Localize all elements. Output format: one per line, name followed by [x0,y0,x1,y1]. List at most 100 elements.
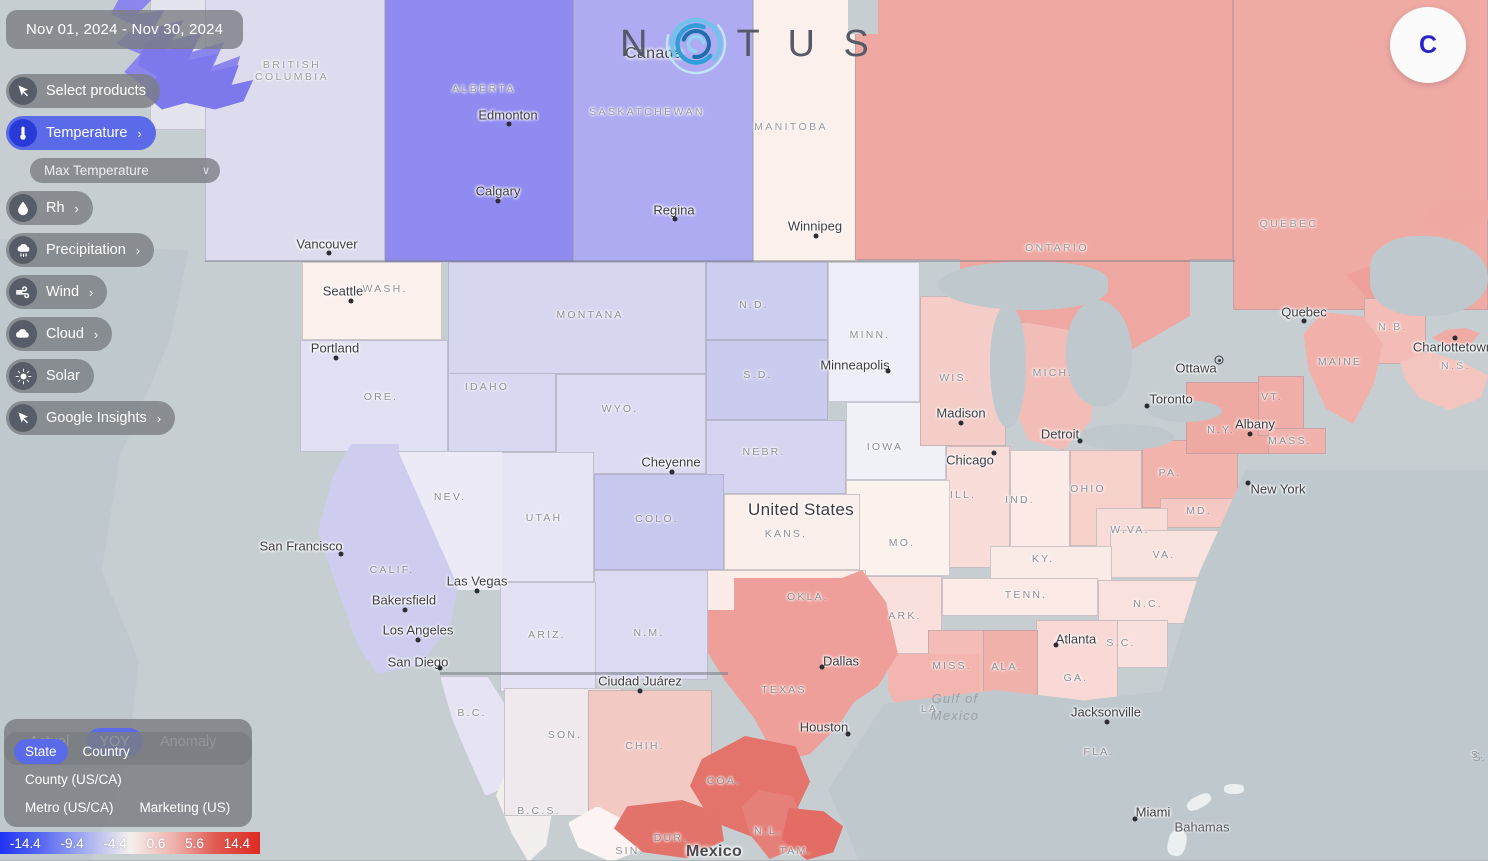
map-region-new-mexico[interactable] [594,570,708,680]
map-region-colorado[interactable] [594,474,724,570]
map-region-washington[interactable] [302,262,442,340]
map-city-marker-quebec[interactable] [1301,318,1307,324]
map-city-marker-miami[interactable] [1132,816,1138,822]
map-city-marker-san-francisco[interactable] [338,551,344,557]
map-edge-label: S. [1472,750,1486,764]
map-city-marker-jacksonville[interactable] [1104,719,1110,725]
map-region-south-dakota[interactable] [706,340,828,420]
temperature-metric-value: Max Temperature [44,163,149,178]
map-city-marker-toronto[interactable] [1144,403,1150,409]
product-pill-rh[interactable]: Rh › [6,191,93,225]
map-water-hudson [848,0,878,34]
map-region-montana[interactable] [448,262,706,374]
map-city-marker-ciudad-ju-rez[interactable] [637,688,643,694]
chevron-down-icon: ∨ [201,165,210,177]
temperature-metric-select[interactable]: Max Temperature ∨ [30,158,220,183]
map-city-marker-winnipeg[interactable] [813,233,819,239]
map-region-kansas[interactable] [724,494,860,570]
legend-tick-2: -4.4 [103,835,127,851]
map-lake-erie [1078,424,1174,450]
map-city-marker-dallas[interactable] [819,664,825,670]
map-city-marker-minneapolis[interactable] [885,368,891,374]
geography-toggle-panel[interactable]: State Country County (US/CA) Metro (US/CA) M… [4,732,252,827]
droplet-icon [9,194,37,222]
color-legend[interactable]: -14.4 -9.4 -4.4 0.6 5.6 14.4 [0,832,260,854]
product-pill-precipitation[interactable]: Precipitation › [6,233,155,267]
legend-tick-0: -14.4 [9,835,41,851]
geo-option-metro-us-ca[interactable]: Metro (US/CA) [14,795,125,820]
product-pill-label: Cloud [46,326,84,342]
product-pill-google-insights[interactable]: Google Insights › [6,401,176,435]
product-pill-wind[interactable]: Wind › [6,275,108,309]
map-region-vermont-nh[interactable] [1258,376,1304,436]
map-city-marker-atlanta[interactable] [1053,642,1059,648]
product-pill-label: Select products [46,83,146,99]
product-pill-select-products[interactable]: Select products [6,74,160,108]
chevron-right-icon: › [74,200,79,216]
map-region-nova-scotia[interactable] [1400,352,1488,411]
map-city-marker-albany[interactable] [1247,431,1253,437]
map-region-alberta[interactable] [385,0,573,262]
map-region-north-dakota[interactable] [706,262,828,340]
map-region-arizona[interactable] [500,582,596,692]
product-pill-solar[interactable]: Solar [6,359,94,393]
product-menu[interactable]: Select products Temperature › Max Temperat… [6,74,220,435]
product-pill-temperature[interactable]: Temperature › [6,116,156,150]
map-city-marker-madison[interactable] [958,420,964,426]
chevron-right-icon: › [135,242,141,258]
geo-option-marketing-us[interactable]: Marketing (US) [129,795,242,820]
map-label-city-ottawa: Ottawa [1175,360,1217,376]
thermometer-icon [9,119,37,147]
map-city-marker-san-diego[interactable] [437,665,443,671]
chevron-right-icon: › [93,326,99,342]
product-pill-label: Google Insights [46,410,147,426]
wind-icon [9,278,37,306]
map-city-marker-bakersfield[interactable] [402,607,408,613]
map-region-tennessee[interactable] [942,578,1098,616]
product-pill-label: Temperature [46,125,128,141]
map-city-marker-las-vegas[interactable] [474,588,480,594]
map-city-marker-vancouver[interactable] [326,250,332,256]
map-city-marker-portland[interactable] [333,355,339,361]
product-pill-label: Wind [46,284,80,300]
date-range-label: Nov 01, 2024 - Nov 30, 2024 [26,21,224,38]
user-avatar[interactable]: C [1390,7,1466,83]
map-border-us-canada [205,260,1235,262]
map-city-marker-los-angeles[interactable] [415,637,421,643]
map-city-marker-calgary[interactable] [495,198,501,204]
map-region-missouri[interactable] [846,480,950,576]
product-pill-label: Solar [46,368,80,384]
map-city-marker-ottawa[interactable] [1214,355,1224,365]
map-city-marker-regina[interactable] [672,216,678,222]
legend-tick-5: 14.4 [223,835,251,851]
geo-option-county-us-ca[interactable]: County (US/CA) [14,767,133,792]
map-city-marker-edmonton[interactable] [506,121,512,127]
cursor-icon [9,77,37,105]
map-region-oregon[interactable] [300,340,448,452]
map-region-ontario[interactable] [855,0,1233,260]
map-city-marker-cheyenne[interactable] [669,469,675,475]
product-pill-label: Rh [46,200,65,216]
sun-icon [9,362,37,390]
map-region-utah[interactable] [500,452,594,582]
map-region-minnesota[interactable] [828,262,920,402]
map-region-nebraska[interactable] [706,420,846,494]
date-range-selector[interactable]: Nov 01, 2024 - Nov 30, 2024 [6,10,244,49]
map-city-marker-houston[interactable] [845,731,851,737]
cursor-icon [9,404,37,432]
map-city-marker-seattle[interactable] [348,298,354,304]
map-region-indiana[interactable] [1010,450,1070,556]
geo-option-state[interactable]: State [14,739,68,764]
map-region-manitoba[interactable] [753,0,858,262]
map-city-marker-chicago[interactable] [991,450,997,456]
product-pill-label: Precipitation [46,242,126,258]
map-region-saskatchewan[interactable] [573,0,753,262]
map-city-marker-detroit[interactable] [1077,438,1083,444]
legend-tick-3: 0.6 [146,835,166,851]
product-pill-cloud[interactable]: Cloud › [6,317,113,351]
map-island-bahamas-3 [1224,784,1244,794]
map-city-marker-charlottetown[interactable] [1452,335,1458,341]
map-city-marker-new-york[interactable] [1245,480,1251,486]
geo-option-country[interactable]: Country [72,739,141,764]
map-region-massachusetts[interactable] [1268,428,1326,454]
